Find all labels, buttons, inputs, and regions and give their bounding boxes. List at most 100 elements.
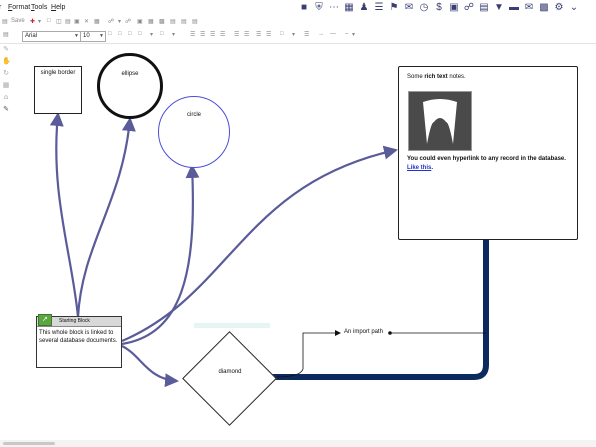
chart-icon[interactable]: ▩ xyxy=(538,2,550,14)
color-icon[interactable]: □ xyxy=(138,31,142,37)
connector-icon[interactable]: — xyxy=(330,31,336,37)
font-icon: ▤ xyxy=(3,32,9,38)
save-button[interactable]: Save xyxy=(11,18,25,24)
print-icon[interactable]: ▤ xyxy=(181,18,187,25)
line-style-icon[interactable]: ▾ xyxy=(292,31,295,38)
align-left-icon[interactable]: ☰ xyxy=(190,31,195,38)
new-icon[interactable]: □ xyxy=(47,18,51,24)
arrow-style-icon[interactable]: → xyxy=(318,31,324,37)
delete-icon[interactable]: ✕ xyxy=(84,18,89,25)
dash-icon[interactable]: – xyxy=(345,31,348,37)
image-icon[interactable]: ▣ xyxy=(74,18,80,25)
save-icon[interactable]: ▤ xyxy=(2,18,8,25)
rich-note-end: . xyxy=(431,165,434,171)
edit-tool-icon[interactable]: ✎ xyxy=(2,106,10,114)
border-icon[interactable]: □ xyxy=(160,31,164,37)
menu-item-truncated[interactable]: r xyxy=(0,4,1,11)
link-tool-icon[interactable]: ☍ xyxy=(108,18,114,25)
link-start-to-diamond[interactable] xyxy=(121,345,179,388)
node-single-border[interactable]: single border xyxy=(34,66,82,114)
rich-note-bold: rich text xyxy=(424,74,448,80)
shape-icon[interactable]: □ xyxy=(280,31,284,37)
menu-help[interactable]: Help xyxy=(51,4,65,11)
chevron-down-icon[interactable]: ⌄ xyxy=(568,2,580,14)
highlight-icon[interactable]: ▾ xyxy=(150,31,153,38)
node-starting-block[interactable]: Starting Block ➚ This whole block is lin… xyxy=(36,314,122,368)
node-rich-note[interactable]: Some rich text notes. You could even hyp… xyxy=(398,66,578,240)
chart-tool-icon[interactable]: ▩ xyxy=(159,18,165,25)
mail-icon[interactable]: ✉ xyxy=(523,2,535,14)
menu-format[interactable]: Format xyxy=(8,4,30,11)
rich-note-link-para: You could even hyperlink to any record i… xyxy=(407,155,567,173)
toolbar-icon[interactable]: ■ xyxy=(298,2,310,14)
people-icon[interactable]: ♟ xyxy=(358,2,370,14)
select-tool-icon[interactable]: ✎ xyxy=(2,46,10,54)
clock-icon[interactable]: ◷ xyxy=(418,2,430,14)
import-path-line[interactable] xyxy=(269,330,341,378)
flag-icon[interactable]: ⚑ xyxy=(388,2,400,14)
add-node-icon[interactable]: ✚ xyxy=(30,18,35,25)
tree-icon[interactable]: ☰ xyxy=(373,2,385,14)
font-size-value: 10 xyxy=(83,33,90,39)
fang-icon xyxy=(423,99,457,144)
dollar-icon[interactable]: $ xyxy=(433,2,445,14)
link-start-to-single-border[interactable] xyxy=(49,112,80,318)
dropdown-icon[interactable]: ▾ xyxy=(38,18,41,25)
pin-icon[interactable]: ▼ xyxy=(493,2,505,14)
line-weight-icon[interactable]: ☰ xyxy=(304,31,309,38)
link-start-to-note[interactable] xyxy=(121,145,398,343)
rich-note-link-text: You could even hyperlink to any record i… xyxy=(407,156,566,162)
copy-icon[interactable]: ◫ xyxy=(56,18,62,25)
diagram-canvas[interactable]: single border ellipse circle Starting Bl… xyxy=(12,44,596,442)
document-icon[interactable]: ▤ xyxy=(478,2,490,14)
link-diamond-to-note-thick[interactable] xyxy=(270,239,489,380)
rich-note-pre: Some xyxy=(407,74,425,80)
menu-bar: r Format Tools Help ■ ⛨ ⋯ ▦ ♟ ☰ ⚑ ✉ ◷ $ … xyxy=(0,0,596,17)
more-icon[interactable]: ▤ xyxy=(192,18,198,25)
node-circle[interactable]: circle xyxy=(158,96,230,168)
more-icon[interactable]: ⋯ xyxy=(328,2,340,14)
format-toolbar: ▤ Arial ▼ 10 ▼ □ □ □ □ ▾ □ ▾ ☰ ☰ ☰ ☰ ☰ ☰… xyxy=(0,30,596,44)
rotate-tool-icon[interactable]: ↻ xyxy=(2,70,10,78)
paste-icon[interactable]: ▤ xyxy=(65,18,71,25)
fill-icon[interactable]: ▾ xyxy=(172,31,175,38)
italic-icon[interactable]: □ xyxy=(118,31,122,37)
export-icon[interactable]: ▤ xyxy=(170,18,176,25)
font-size-select[interactable]: 10 ▼ xyxy=(80,31,106,42)
dropdown-icon[interactable]: ▾ xyxy=(118,18,121,25)
indent-icon[interactable]: ☰ xyxy=(256,31,261,38)
underline-icon[interactable]: □ xyxy=(128,31,132,37)
link-icon[interactable]: ☍ xyxy=(463,2,475,14)
outdent-icon[interactable]: ☰ xyxy=(266,31,271,38)
unlink-icon[interactable]: ☍ xyxy=(125,18,131,25)
bullets-icon[interactable]: ☰ xyxy=(234,31,239,38)
calculator-icon[interactable]: ▦ xyxy=(343,2,355,14)
pan-tool-icon[interactable]: ✋ xyxy=(2,58,11,66)
justify-icon[interactable]: ☰ xyxy=(220,31,225,38)
chevron-down-icon[interactable]: ▾ xyxy=(352,31,355,38)
table-icon[interactable]: ▦ xyxy=(148,18,154,25)
chart-icon: ➚ xyxy=(38,314,52,326)
align-right-icon[interactable]: ☰ xyxy=(210,31,215,38)
horizontal-scrollbar[interactable] xyxy=(0,440,596,447)
bold-icon[interactable]: □ xyxy=(108,31,112,37)
gear-icon[interactable]: ⚙ xyxy=(553,2,565,14)
inbox-icon[interactable]: ▬ xyxy=(508,2,520,14)
chevron-down-icon: ▼ xyxy=(99,33,104,39)
font-family-select[interactable]: Arial ▼ xyxy=(22,31,81,42)
home-tool-icon[interactable]: ⌂ xyxy=(2,94,10,102)
picture-icon[interactable]: ▣ xyxy=(137,18,143,25)
align-center-icon[interactable]: ☰ xyxy=(200,31,205,38)
calendar-icon[interactable]: ▣ xyxy=(448,2,460,14)
scrollbar-thumb[interactable] xyxy=(3,442,55,445)
grid-icon[interactable]: ▦ xyxy=(94,18,100,25)
menu-tools[interactable]: Tools xyxy=(31,4,47,11)
grid-tool-icon[interactable]: ▦ xyxy=(2,82,10,90)
numbering-icon[interactable]: ☰ xyxy=(244,31,249,38)
rich-note-hyperlink[interactable]: Like this xyxy=(407,165,431,171)
link-start-to-ellipse[interactable] xyxy=(76,117,136,318)
node-ellipse[interactable]: ellipse xyxy=(97,53,163,119)
shield-icon[interactable]: ⛨ xyxy=(313,2,325,14)
link-start-to-circle[interactable] xyxy=(121,164,200,346)
comment-icon[interactable]: ✉ xyxy=(403,2,415,14)
